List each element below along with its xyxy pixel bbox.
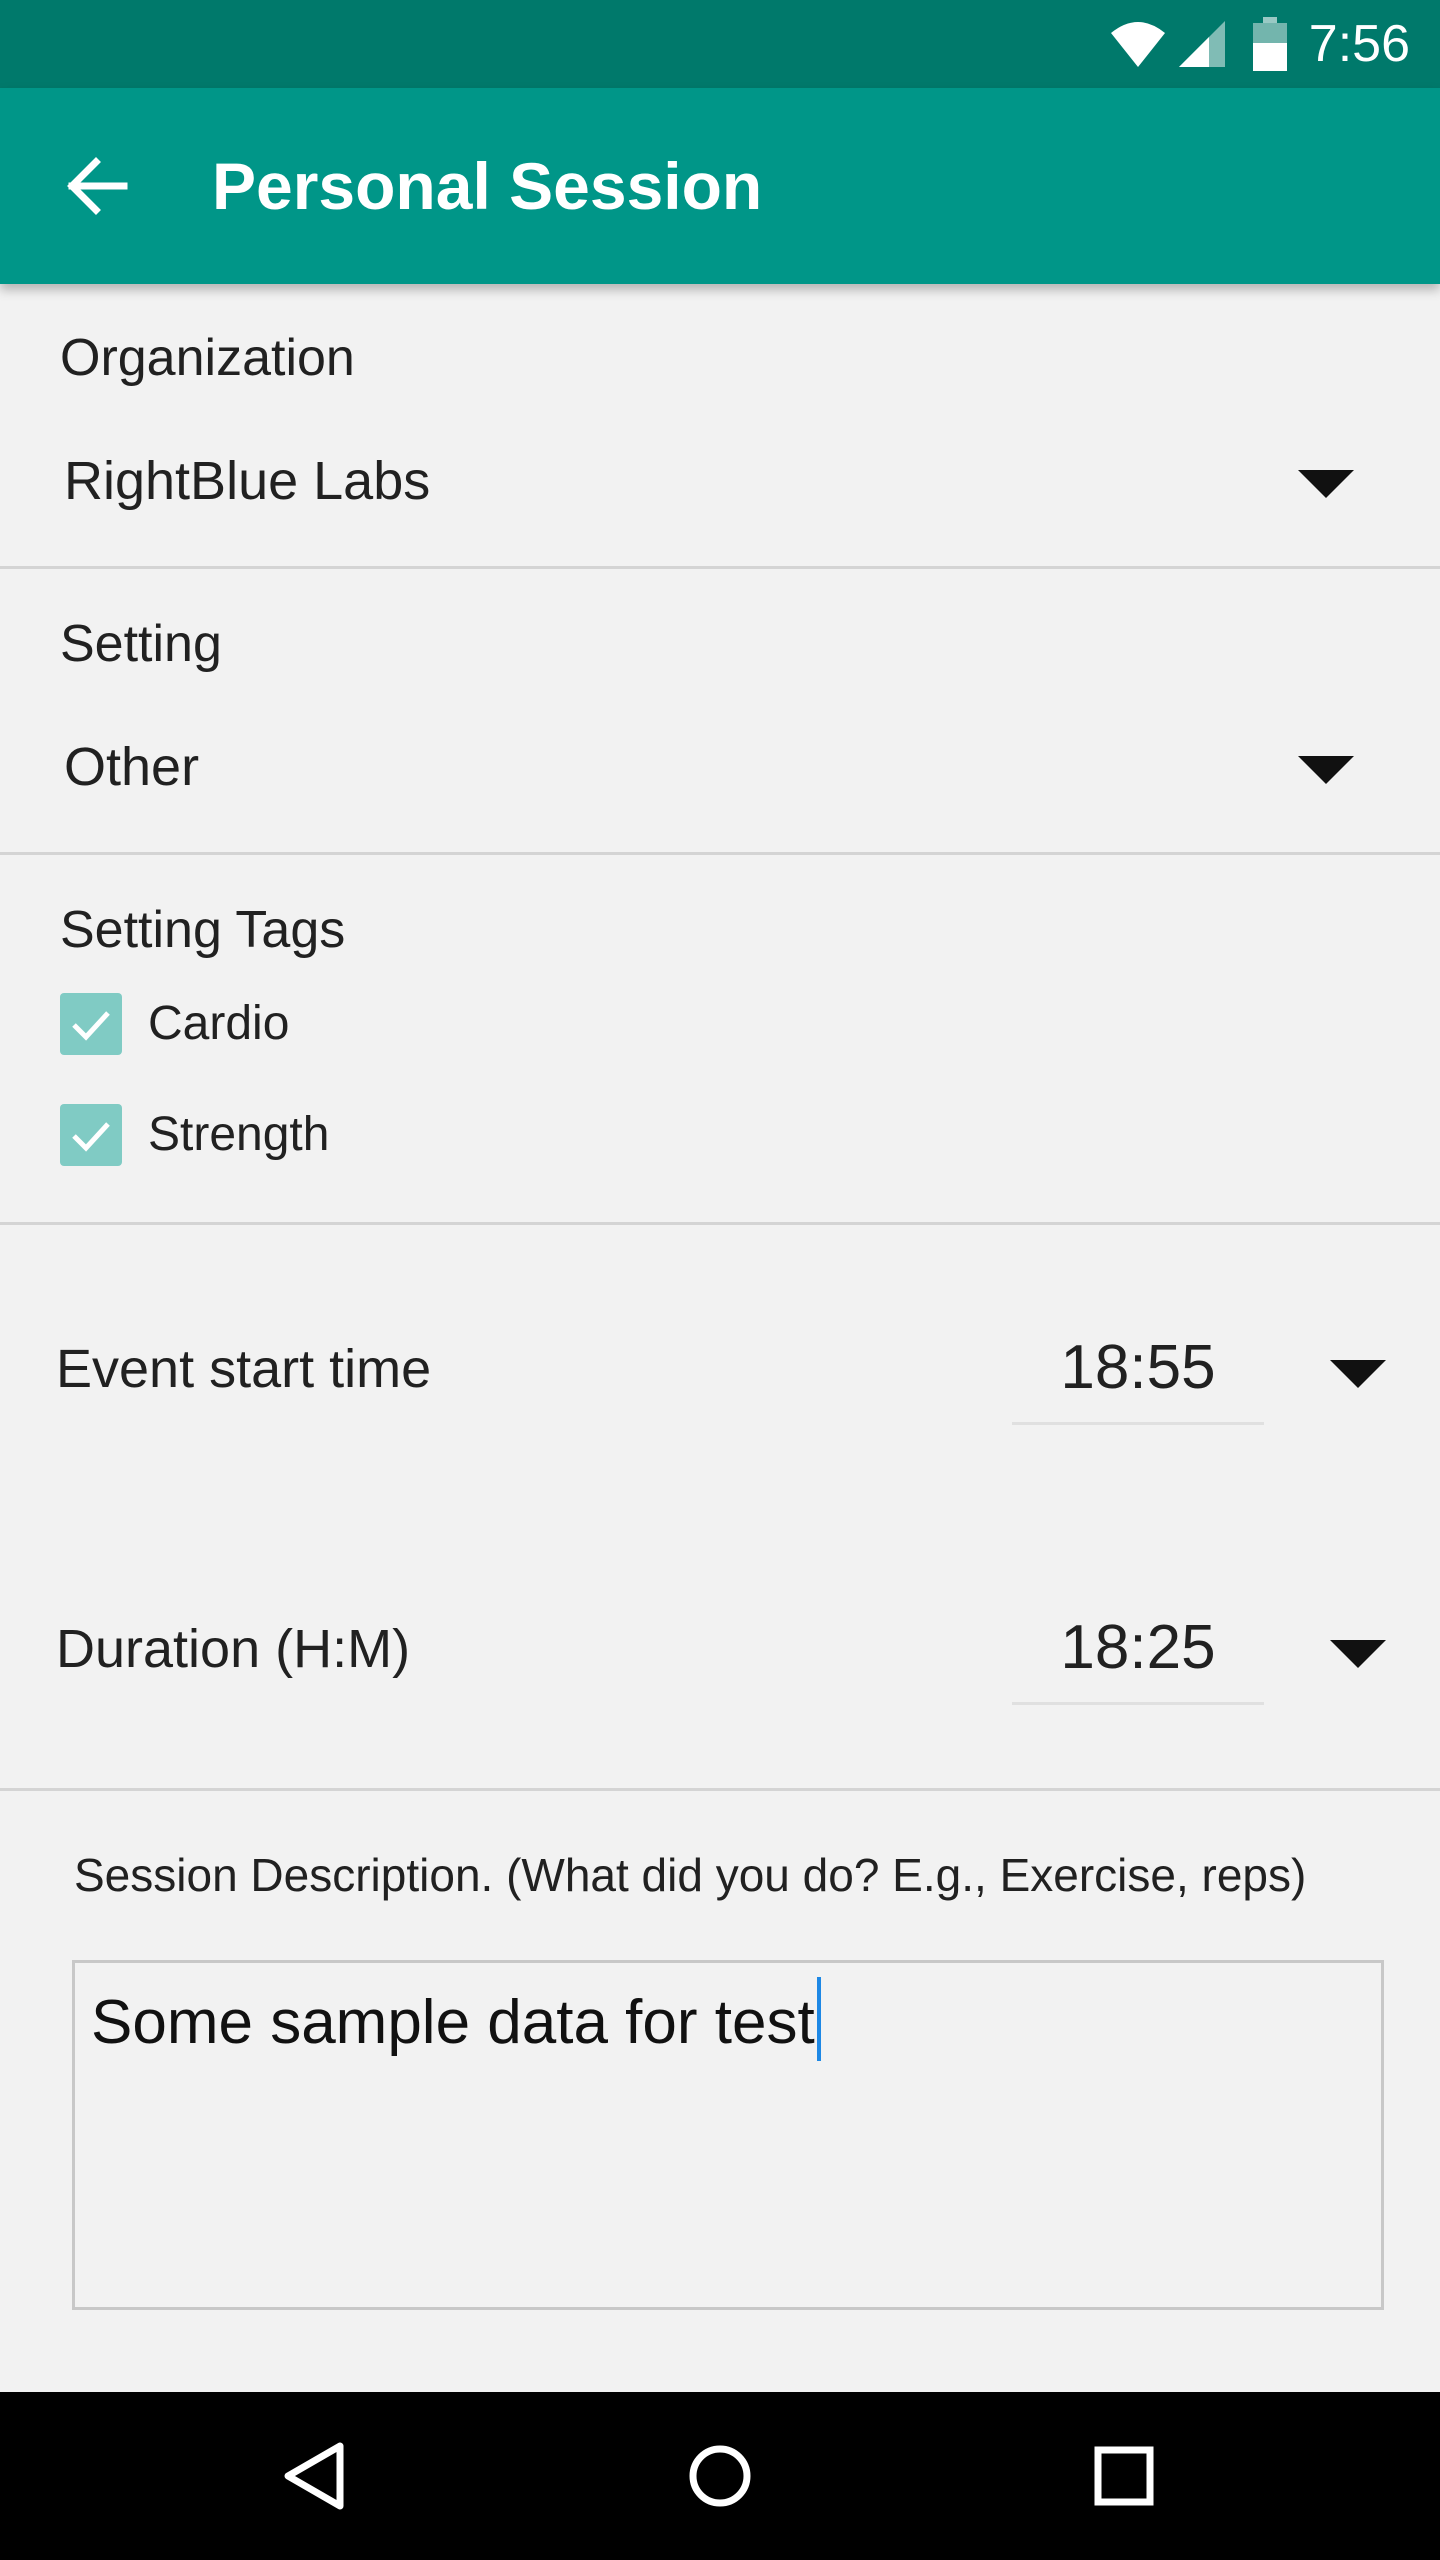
nav-back-button[interactable]: [276, 2436, 356, 2516]
check-icon: [72, 1011, 110, 1041]
description-label: Session Description. (What did you do? E…: [74, 1849, 1307, 1901]
recents-square-icon: [1094, 2446, 1154, 2506]
nav-home-button[interactable]: [680, 2436, 760, 2516]
back-button[interactable]: [60, 150, 132, 222]
back-triangle-icon: [284, 2442, 344, 2510]
divider: [0, 566, 1440, 569]
arrow-back-icon: [67, 157, 128, 215]
setting-spinner[interactable]: Other: [0, 716, 1440, 820]
strength-label[interactable]: Strength: [148, 1107, 329, 1162]
strength-checkbox[interactable]: [60, 1104, 122, 1166]
organization-label: Organization: [60, 329, 355, 387]
dropdown-arrow-icon: [1298, 470, 1354, 498]
organization-spinner[interactable]: RightBlue Labs: [0, 430, 1440, 534]
event-start-underline: [1012, 1422, 1264, 1425]
status-icons: 7:56: [1109, 0, 1410, 88]
wifi-icon: [1110, 22, 1165, 67]
divider: [0, 1788, 1440, 1791]
organization-value: RightBlue Labs: [64, 451, 431, 511]
cardio-label[interactable]: Cardio: [148, 996, 289, 1051]
duration-picker[interactable]: 18:25: [1000, 1596, 1420, 1706]
divider: [0, 1222, 1440, 1225]
dropdown-arrow-icon: [1330, 1360, 1386, 1388]
text-cursor: [816, 1977, 821, 2061]
dropdown-arrow-icon: [1298, 756, 1354, 784]
setting-label: Setting: [60, 615, 222, 673]
divider: [0, 852, 1440, 855]
status-time: 7:56: [1308, 15, 1410, 73]
check-icon: [72, 1122, 110, 1152]
duration-label: Duration (H:M): [56, 1619, 411, 1679]
event-start-picker[interactable]: 18:55: [1000, 1316, 1420, 1426]
nav-recents-button[interactable]: [1084, 2436, 1164, 2516]
app-bar: Personal Session: [0, 88, 1440, 284]
battery-icon: [1252, 17, 1287, 71]
setting-tags-label: Setting Tags: [60, 901, 346, 959]
duration-underline: [1012, 1702, 1264, 1705]
home-circle-icon: [689, 2445, 751, 2507]
cell-signal-icon: [1178, 21, 1225, 67]
page-title: Personal Session: [212, 149, 763, 223]
cardio-checkbox[interactable]: [60, 993, 122, 1055]
description-input[interactable]: Some sample data for test: [72, 1960, 1384, 2310]
status-bar: 7:56: [0, 0, 1440, 88]
duration-value: 18:25: [1060, 1613, 1216, 1682]
setting-value: Other: [64, 737, 200, 797]
event-start-value: 18:55: [1060, 1333, 1216, 1402]
description-value: Some sample data for test: [91, 1988, 815, 2057]
description-text: Some sample data for test: [91, 1977, 821, 2061]
dropdown-arrow-icon: [1330, 1640, 1386, 1668]
navigation-bar: [0, 2392, 1440, 2560]
event-start-label: Event start time: [56, 1339, 432, 1399]
